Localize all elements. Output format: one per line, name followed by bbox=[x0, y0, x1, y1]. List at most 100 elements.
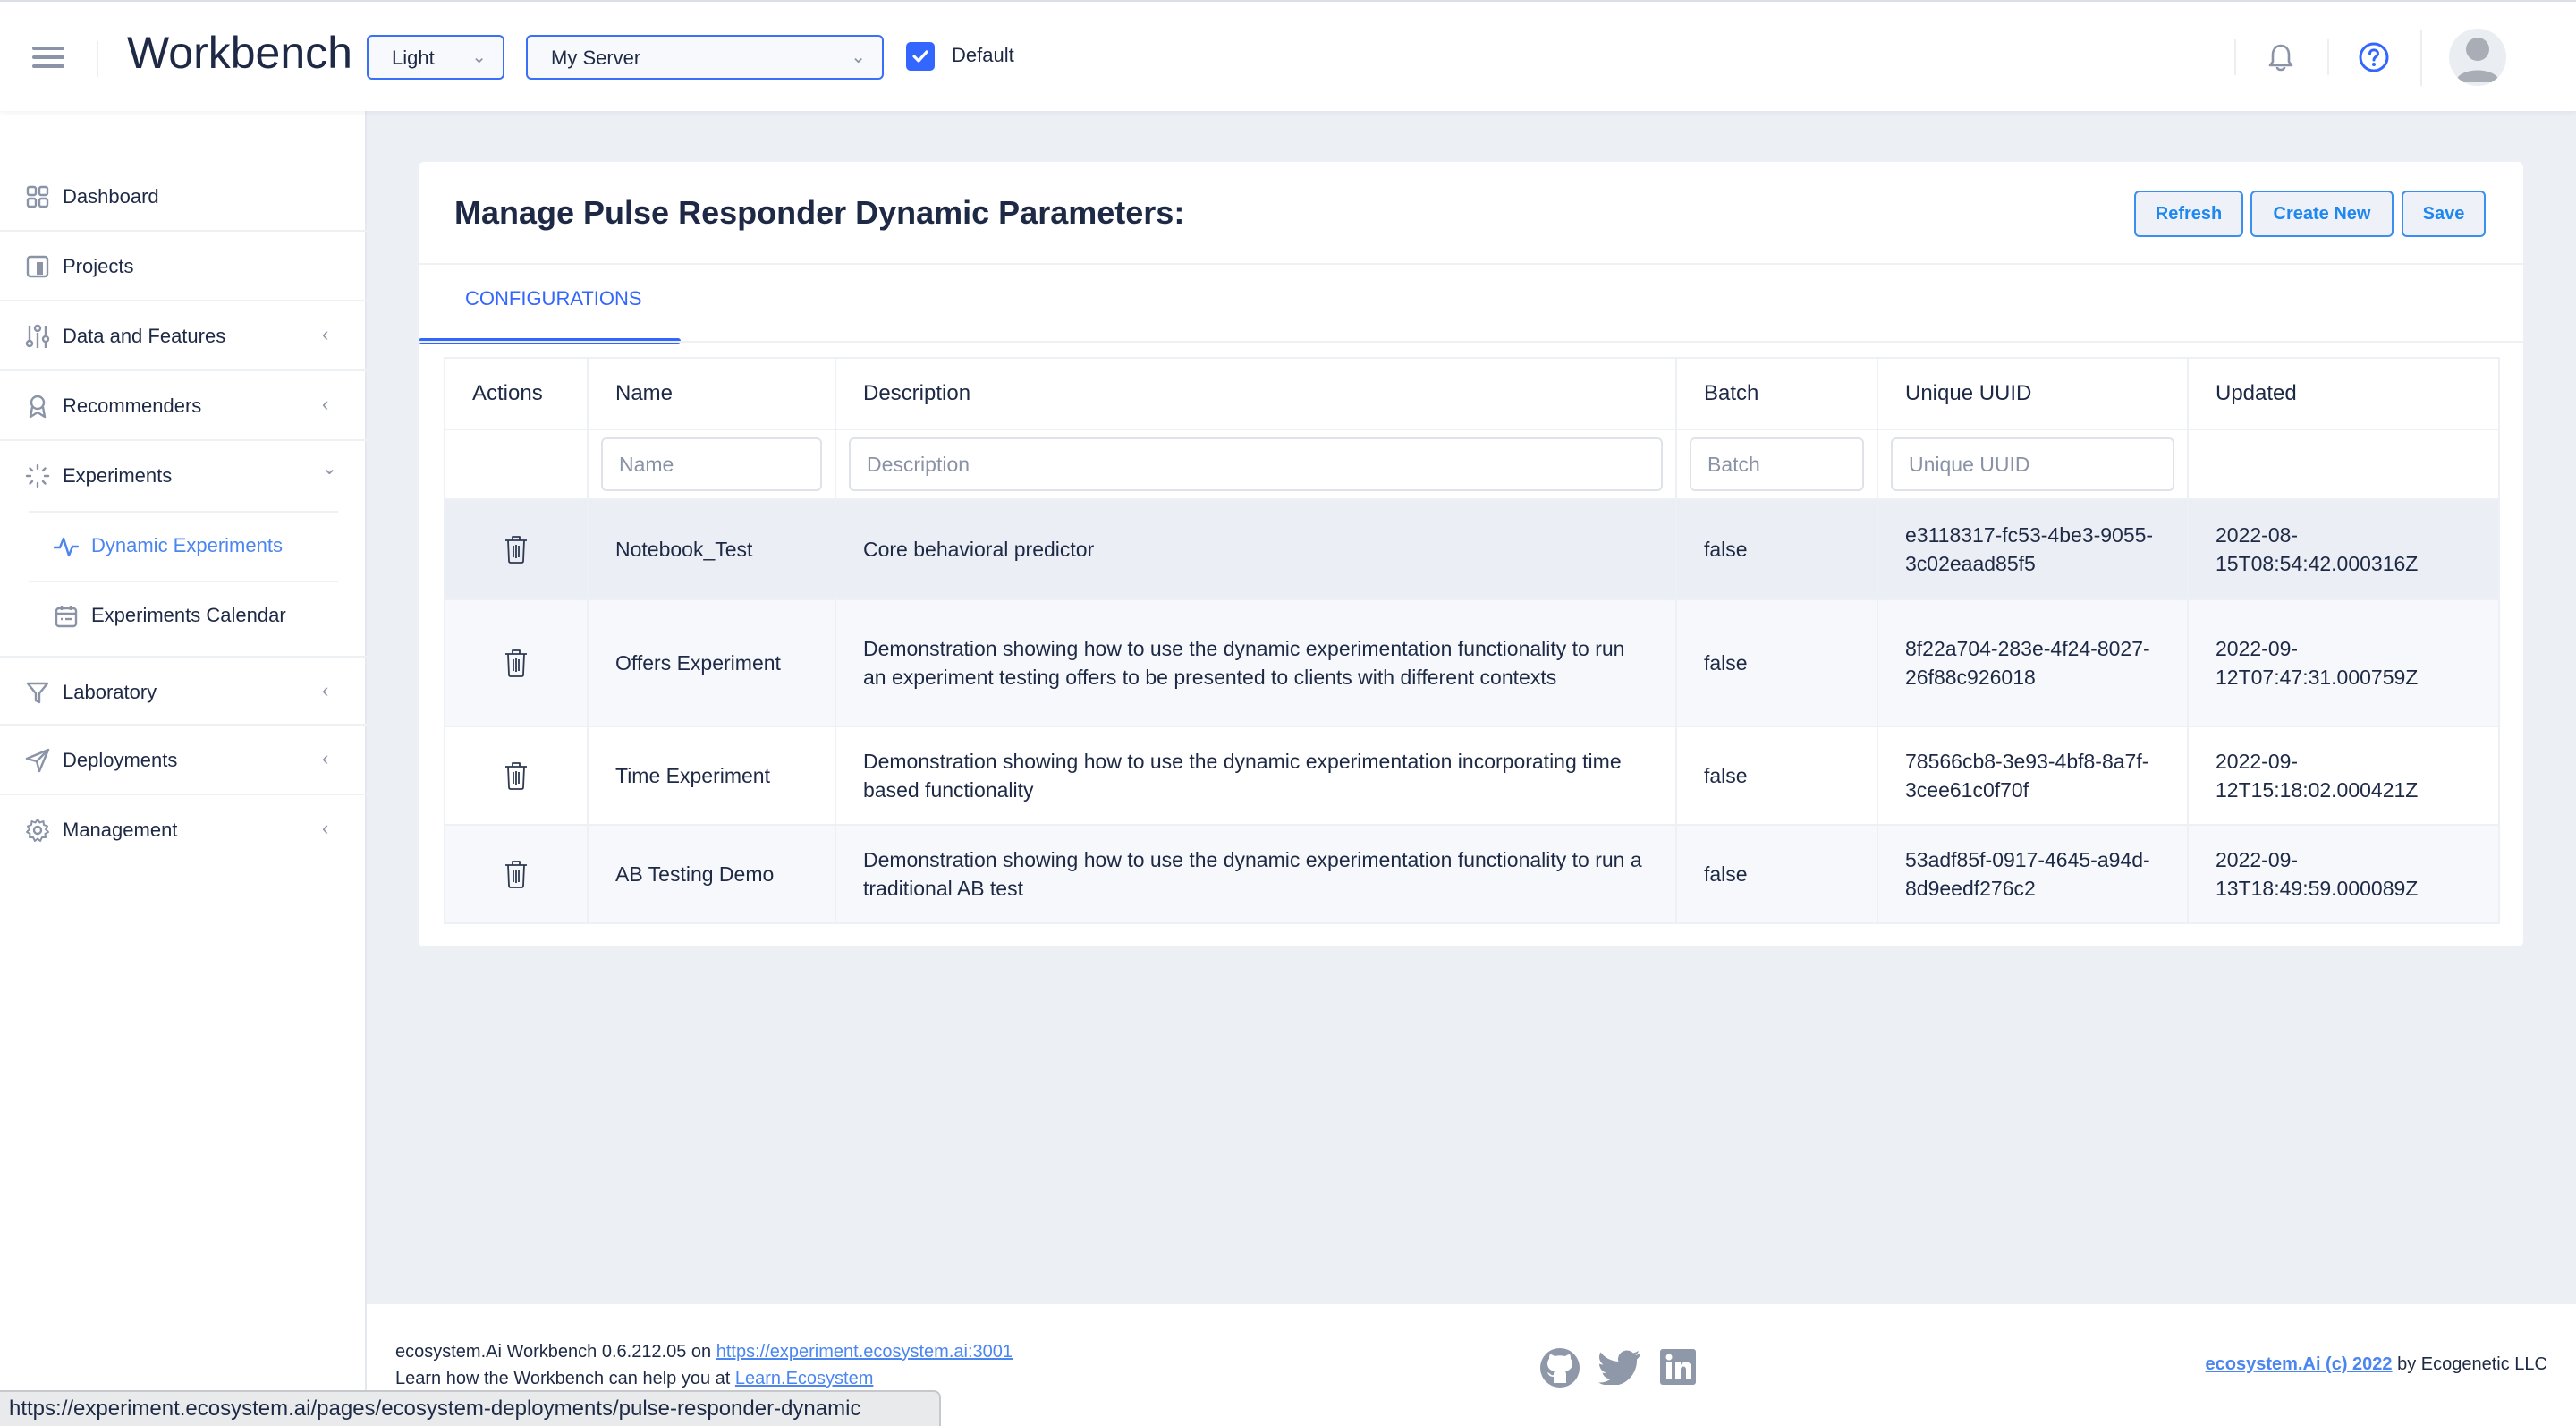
chevron-left-icon: ‹ bbox=[322, 747, 329, 769]
trash-icon[interactable] bbox=[503, 760, 530, 791]
menu-toggle-icon[interactable] bbox=[32, 47, 64, 70]
user-avatar[interactable] bbox=[2449, 29, 2506, 86]
learn-label: Learn how the Workbench can help you at bbox=[395, 1369, 735, 1388]
server-select[interactable]: My Server ⌄ bbox=[526, 35, 884, 80]
theme-select[interactable]: Light ⌄ bbox=[367, 35, 504, 80]
sidebar-item-laboratory[interactable]: Laboratory ‹ bbox=[0, 656, 367, 726]
sidebar-subitem-experiments-calendar[interactable]: Experiments Calendar bbox=[29, 581, 338, 650]
cell-description: Demonstration showing how to use the dyn… bbox=[835, 726, 1677, 826]
sidebar-item-label: Laboratory bbox=[63, 681, 157, 703]
learn-ecosystem-link[interactable]: Learn.Ecosystem bbox=[735, 1369, 874, 1388]
cell-batch: false bbox=[1675, 726, 1878, 826]
filter-cell-empty bbox=[2187, 429, 2500, 500]
column-header-uuid[interactable]: Unique UUID bbox=[1877, 357, 2189, 430]
cell-batch: false bbox=[1675, 498, 1878, 600]
column-header-name[interactable]: Name bbox=[587, 357, 836, 430]
trash-icon[interactable] bbox=[503, 534, 530, 564]
default-checkbox-label: Default bbox=[952, 44, 1014, 66]
table-row[interactable]: Notebook_Test Core behavioral predictor … bbox=[444, 498, 2500, 600]
bell-icon[interactable] bbox=[2267, 43, 2295, 78]
learn-text: Learn how the Workbench can help you at … bbox=[395, 1369, 873, 1389]
refresh-button[interactable]: Refresh bbox=[2134, 191, 2243, 237]
calendar-icon bbox=[55, 606, 78, 628]
page-title: Manage Pulse Responder Dynamic Parameter… bbox=[454, 194, 1185, 231]
batch-filter-input[interactable] bbox=[1690, 437, 1864, 491]
table-row[interactable]: Offers Experiment Demonstration showing … bbox=[444, 598, 2500, 727]
sidebar-item-recommenders[interactable]: Recommenders ‹ bbox=[0, 371, 367, 441]
uuid-filter-input[interactable] bbox=[1891, 437, 2174, 491]
column-header-actions: Actions bbox=[444, 357, 589, 430]
dashboard-grid-icon bbox=[26, 185, 49, 208]
version-label: ecosystem.Ai Workbench 0.6.212.05 on bbox=[395, 1342, 716, 1362]
cell-description: Core behavioral predictor bbox=[835, 498, 1677, 600]
chevron-down-icon: ⌄ bbox=[471, 47, 487, 67]
description-filter-input[interactable] bbox=[849, 437, 1663, 491]
sidebar-item-deployments[interactable]: Deployments ‹ bbox=[0, 726, 367, 795]
header-divider bbox=[97, 41, 98, 77]
default-checkbox[interactable] bbox=[906, 42, 935, 71]
sidebar-item-management[interactable]: Management ‹ bbox=[0, 795, 367, 865]
chevron-down-icon: ⌄ bbox=[851, 47, 866, 67]
activity-icon bbox=[54, 537, 79, 557]
table-row[interactable]: AB Testing Demo Demonstration showing ho… bbox=[444, 824, 2500, 924]
twitter-icon[interactable] bbox=[1598, 1349, 1641, 1389]
trash-icon[interactable] bbox=[503, 859, 530, 889]
divider bbox=[419, 341, 2523, 343]
sidebar-subitem-label: Dynamic Experiments bbox=[91, 534, 283, 556]
tab-configurations[interactable]: CONFIGURATIONS bbox=[419, 265, 681, 344]
create-new-button[interactable]: Create New bbox=[2250, 191, 2394, 237]
chevron-left-icon: ‹ bbox=[322, 817, 329, 839]
cell-uuid: 8f22a704-283e-4f24-8027-26f88c926018 bbox=[1877, 598, 2189, 727]
sidebar-item-label: Management bbox=[63, 819, 178, 841]
sidebar-item-label: Experiments bbox=[63, 464, 173, 487]
send-icon bbox=[25, 748, 50, 773]
sidebar: Dashboard Projects Data and Features ‹ R… bbox=[0, 111, 367, 1426]
column-header-description[interactable]: Description bbox=[835, 357, 1677, 430]
user-icon bbox=[2456, 38, 2499, 82]
tab-label: CONFIGURATIONS bbox=[465, 287, 642, 310]
cell-batch: false bbox=[1675, 598, 1878, 727]
award-icon bbox=[29, 395, 47, 419]
filter-cell-empty bbox=[444, 429, 589, 500]
table-header-row: Actions Name Description Batch Unique UU… bbox=[444, 357, 2500, 430]
trash-icon[interactable] bbox=[503, 648, 530, 678]
copyright-suffix: by Ecogenetic LLC bbox=[2392, 1354, 2547, 1374]
version-text: ecosystem.Ai Workbench 0.6.212.05 on htt… bbox=[395, 1342, 1013, 1362]
sliders-icon bbox=[25, 324, 50, 348]
server-select-value: My Server bbox=[551, 47, 641, 69]
header-divider bbox=[2234, 39, 2236, 75]
cell-description: Demonstration showing how to use the dyn… bbox=[835, 598, 1677, 727]
copyright: ecosystem.Ai (c) 2022 by Ecogenetic LLC bbox=[2206, 1354, 2547, 1375]
sidebar-item-label: Projects bbox=[63, 255, 134, 277]
sidebar-item-projects[interactable]: Projects bbox=[0, 232, 367, 301]
check-icon bbox=[912, 50, 928, 63]
chevron-left-icon: ‹ bbox=[322, 679, 329, 701]
gear-icon bbox=[26, 819, 49, 842]
sidebar-item-label: Deployments bbox=[63, 749, 178, 771]
header-divider bbox=[2420, 30, 2422, 86]
cell-batch: false bbox=[1675, 824, 1878, 924]
sidebar-subitem-dynamic-experiments[interactable]: Dynamic Experiments bbox=[29, 511, 338, 581]
name-filter-input[interactable] bbox=[601, 437, 822, 491]
save-button[interactable]: Save bbox=[2402, 191, 2486, 237]
linkedin-icon[interactable] bbox=[1660, 1349, 1696, 1389]
main-card: Manage Pulse Responder Dynamic Parameter… bbox=[419, 162, 2523, 946]
projects-icon bbox=[26, 255, 49, 278]
sidebar-item-experiments[interactable]: Experiments ⌄ bbox=[0, 441, 367, 511]
github-icon[interactable] bbox=[1539, 1347, 1580, 1393]
app-title: Workbench bbox=[127, 28, 352, 78]
server-link[interactable]: https://experiment.ecosystem.ai:3001 bbox=[716, 1342, 1013, 1362]
sidebar-item-label: Dashboard bbox=[63, 185, 159, 208]
copyright-link[interactable]: ecosystem.Ai (c) 2022 bbox=[2206, 1354, 2393, 1374]
table-row[interactable]: Time Experiment Demonstration showing ho… bbox=[444, 726, 2500, 826]
sidebar-item-data-and-features[interactable]: Data and Features ‹ bbox=[0, 301, 367, 371]
help-icon[interactable] bbox=[2358, 41, 2390, 78]
column-header-updated[interactable]: Updated bbox=[2187, 357, 2500, 430]
configurations-table: Actions Name Description Batch Unique UU… bbox=[444, 357, 2500, 924]
cell-name: Time Experiment bbox=[587, 726, 836, 826]
cell-updated: 2022-09-12T15:18:02.000421Z bbox=[2187, 726, 2500, 826]
sidebar-item-dashboard[interactable]: Dashboard bbox=[0, 162, 367, 232]
top-bar: Workbench Light ⌄ My Server ⌄ Default bbox=[0, 0, 2576, 111]
sidebar-subitem-label: Experiments Calendar bbox=[91, 604, 286, 626]
column-header-batch[interactable]: Batch bbox=[1675, 357, 1878, 430]
